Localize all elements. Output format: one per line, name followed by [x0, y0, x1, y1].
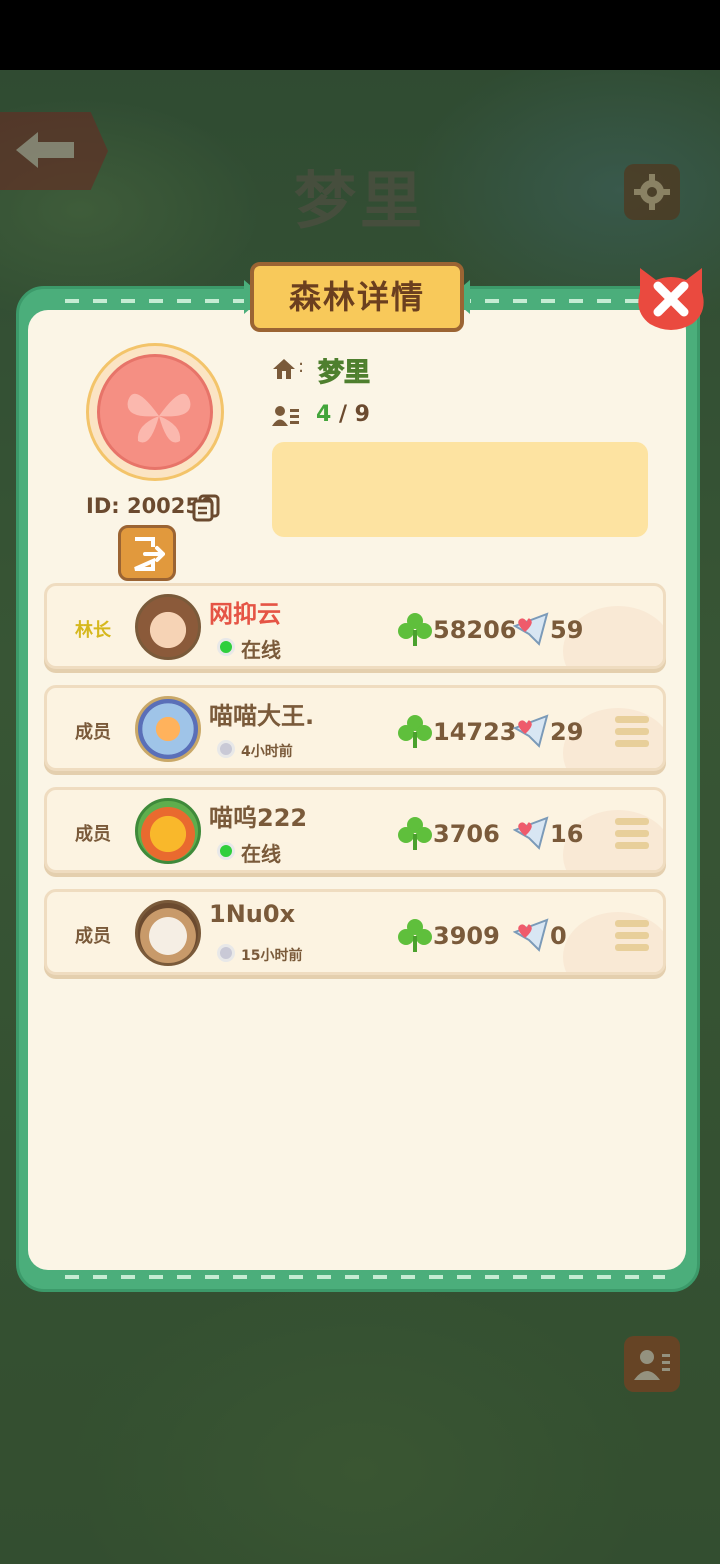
member-role: 林长: [75, 620, 111, 641]
member-name: 网抑云: [209, 600, 281, 628]
clover-icon: [398, 817, 432, 850]
online-status-icon: [217, 638, 235, 656]
member-row[interactable]: 林长 网抑云 在线 58206 59: [44, 583, 666, 669]
member-count: 4 / 9: [316, 402, 370, 427]
member-name: 喵喵大王.: [209, 702, 315, 730]
forest-emblem: [86, 343, 224, 481]
heart-mail-icon: [513, 816, 549, 850]
member-role: 成员: [75, 926, 111, 947]
heart-mail-icon: [513, 612, 549, 646]
offline-status-icon: [217, 740, 235, 758]
member-status: 4小时前: [241, 744, 293, 760]
avatar[interactable]: [135, 594, 201, 660]
member-name: 1Nu0x: [209, 900, 296, 928]
forest-description-box: [272, 442, 648, 537]
copy-icon: [192, 494, 220, 522]
avatar[interactable]: [135, 900, 201, 966]
heart-mail-icon: [513, 918, 549, 952]
forest-name-separator: :: [298, 356, 305, 377]
member-menu-icon[interactable]: [615, 818, 649, 852]
gift-count: 29: [550, 718, 584, 746]
clover-icon: [398, 919, 432, 952]
member-status: 在线: [241, 638, 281, 662]
member-name: 喵呜222: [209, 804, 308, 832]
member-menu-icon[interactable]: [615, 716, 649, 750]
home-icon: [272, 358, 296, 384]
members-icon: [272, 405, 300, 431]
avatar[interactable]: [135, 798, 201, 864]
status-bar: [0, 0, 720, 70]
butterfly-emblem-icon: [127, 393, 191, 443]
close-icon: [638, 268, 704, 330]
clover-count: 3909: [433, 922, 500, 950]
panel-title: 森林详情: [250, 262, 464, 332]
heart-mail-icon: [513, 714, 549, 748]
gift-count: 59: [550, 616, 584, 644]
copy-id-button[interactable]: [192, 494, 220, 526]
gift-count: 16: [550, 820, 584, 848]
member-row[interactable]: 成员 喵喵大王. 4小时前 14723 29: [44, 685, 666, 771]
gift-count: 0: [550, 922, 567, 950]
clover-count: 3706: [433, 820, 500, 848]
clover-count: 58206: [433, 616, 517, 644]
close-button[interactable]: [632, 262, 710, 334]
exit-door-icon: [134, 537, 165, 571]
forest-emblem-badge: [97, 354, 213, 470]
panel-stitch-bottom: [65, 1275, 665, 1279]
member-menu-icon[interactable]: [615, 920, 649, 954]
avatar[interactable]: [135, 696, 201, 762]
forest-name: 梦里: [317, 358, 371, 389]
member-count-current: 4: [316, 402, 332, 427]
member-role: 成员: [75, 824, 111, 845]
leave-forest-button[interactable]: [118, 525, 176, 581]
offline-status-icon: [217, 944, 235, 962]
member-role: 成员: [75, 722, 111, 743]
online-status-icon: [217, 842, 235, 860]
member-row[interactable]: 成员 1Nu0x 15小时前 3909 0: [44, 889, 666, 975]
member-status: 15小时前: [241, 948, 303, 964]
clover-count: 14723: [433, 718, 517, 746]
clover-icon: [398, 715, 432, 748]
member-status: 在线: [241, 842, 281, 866]
member-count-capacity: / 9: [338, 402, 370, 427]
member-row[interactable]: 成员 喵呜222 在线 3706 16: [44, 787, 666, 873]
clover-icon: [398, 613, 432, 646]
